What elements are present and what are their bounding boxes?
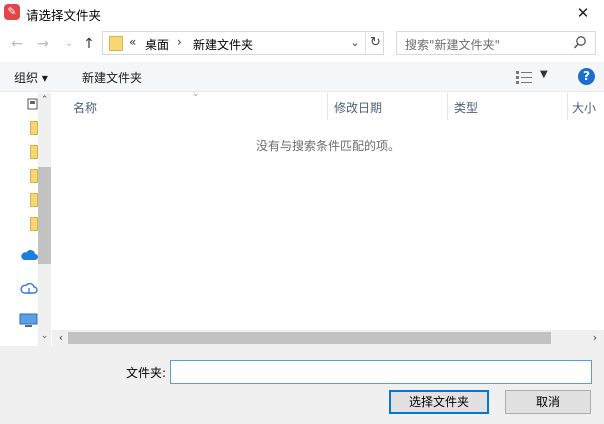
address-overflow-icon[interactable]: «	[129, 35, 136, 49]
breadcrumb-separator-icon[interactable]: ›	[177, 35, 182, 49]
search-input[interactable]: 搜索"新建文件夹"	[405, 36, 500, 53]
refresh-icon[interactable]: ↻	[365, 32, 385, 54]
forward-arrow-icon[interactable]: →	[34, 34, 52, 54]
scroll-right-icon[interactable]: ›	[588, 331, 602, 344]
command-toolbar: 组织 ▾ 新建文件夹 ▼ ?	[0, 62, 604, 92]
navigation-pane: ⌃ ⌄	[0, 93, 52, 346]
this-pc-computer-icon[interactable]	[19, 313, 38, 328]
nav-folder-icon[interactable]	[30, 169, 38, 183]
column-name-label: 名称	[73, 101, 98, 115]
folder-name-input[interactable]	[170, 360, 592, 384]
navigation-bar: ← → ⌄ ↑ « 桌面 › 新建文件夹 ⌄ ↻ 搜索"新建文件夹"	[0, 30, 604, 58]
dialog-footer: 文件夹: 选择文件夹 取消	[0, 346, 604, 424]
window-title: 请选择文件夹	[26, 8, 102, 23]
help-icon[interactable]: ?	[578, 68, 595, 85]
close-button[interactable]: ✕	[572, 2, 594, 24]
view-dropdown-icon[interactable]: ▼	[540, 69, 548, 80]
address-bar[interactable]: « 桌面 › 新建文件夹 ⌄ ↻	[102, 31, 384, 55]
column-header-modified[interactable]: 修改日期	[328, 93, 448, 120]
empty-results-message: 没有与搜索条件匹配的项。	[255, 139, 400, 153]
column-header-name[interactable]: 名称 ⌄	[52, 89, 328, 120]
cloud-drive-icon[interactable]	[20, 281, 38, 295]
file-list: 名称 ⌄ 修改日期 类型 大小 没有与搜索条件匹配的项。 ‹ ›	[52, 89, 604, 346]
new-folder-button[interactable]: 新建文件夹	[82, 69, 142, 86]
onedrive-cloud-icon[interactable]	[20, 249, 38, 261]
organize-menu-button[interactable]: 组织 ▾	[14, 69, 48, 86]
nav-folder-icon[interactable]	[30, 217, 38, 231]
select-folder-button[interactable]: 选择文件夹	[389, 390, 489, 414]
folder-label: 文件夹:	[126, 366, 167, 380]
horizontal-scrollbar[interactable]: ‹ ›	[52, 330, 604, 346]
breadcrumb-desktop[interactable]: 桌面	[145, 36, 169, 53]
title-bar: ✎ 请选择文件夹 ✕	[0, 0, 604, 28]
horizontal-scrollbar-thumb[interactable]	[68, 332, 551, 344]
quick-access-icon[interactable]	[27, 98, 38, 110]
recent-locations-chevron-icon[interactable]: ⌄	[60, 34, 78, 54]
nav-folder-icon[interactable]	[30, 121, 38, 135]
nav-folder-icon[interactable]	[30, 193, 38, 207]
search-box[interactable]: 搜索"新建文件夹"	[396, 31, 596, 55]
column-size-label: 大小	[572, 101, 597, 115]
breadcrumb-new-folder[interactable]: 新建文件夹	[193, 36, 253, 53]
scroll-down-icon[interactable]: ⌄	[38, 331, 51, 341]
address-dropdown-icon[interactable]: ⌄	[347, 34, 363, 52]
scrollbar-thumb[interactable]	[38, 167, 51, 264]
app-icon: ✎	[4, 4, 20, 20]
back-arrow-icon[interactable]: ←	[8, 34, 26, 54]
navigation-pane-scrollbar[interactable]: ⌃ ⌄	[38, 93, 51, 346]
column-header-type[interactable]: 类型	[448, 93, 568, 120]
scroll-up-icon[interactable]: ⌃	[38, 95, 51, 105]
cancel-button[interactable]: 取消	[505, 390, 591, 414]
view-options-icon[interactable]	[515, 70, 533, 84]
up-arrow-icon[interactable]: ↑	[80, 34, 98, 54]
nav-folder-icon[interactable]	[30, 145, 38, 159]
folder-icon	[109, 36, 123, 51]
column-type-label: 类型	[454, 101, 479, 115]
scroll-left-icon[interactable]: ‹	[54, 331, 68, 344]
column-header-size[interactable]: 大小	[568, 93, 604, 120]
search-icon[interactable]	[573, 35, 587, 51]
sort-indicator-icon: ⌄	[192, 89, 200, 99]
column-modified-label: 修改日期	[334, 101, 383, 115]
